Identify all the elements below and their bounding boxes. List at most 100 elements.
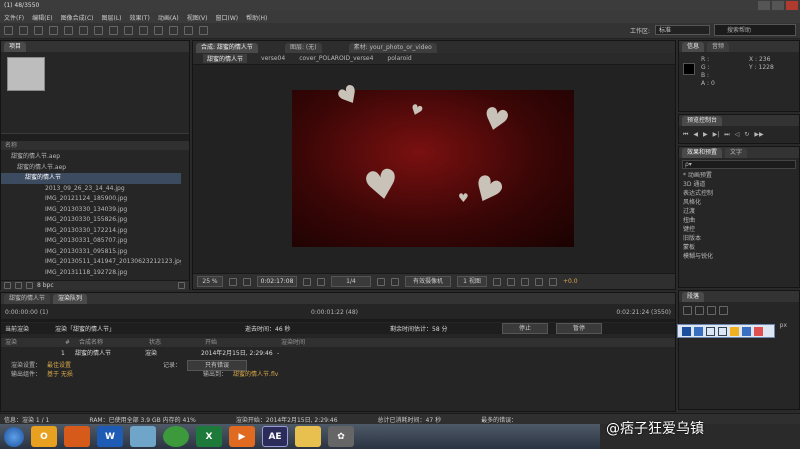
project-item-footage[interactable]: IMG_20130330_134039.jpg	[1, 205, 181, 216]
align-right-icon[interactable]	[707, 306, 716, 315]
media-icon[interactable]: ▶	[229, 426, 255, 447]
project-item-footage[interactable]: IMG_20130331_095815.jpg	[1, 247, 181, 258]
project-item-footage[interactable]: IMG_20130330_155826.jpg	[1, 215, 181, 226]
menu-item[interactable]: 编辑(E)	[32, 13, 52, 22]
ime-mode-icon[interactable]	[694, 326, 703, 336]
after-effects-icon[interactable]: AE	[262, 426, 288, 447]
outlook-icon[interactable]: O	[31, 426, 57, 447]
new-folder-icon[interactable]	[15, 282, 22, 289]
menu-item[interactable]: 效果(T)	[130, 13, 150, 22]
mask-visibility-icon[interactable]	[243, 277, 251, 286]
tab-info-1[interactable]: 音频	[707, 42, 730, 52]
effects-category[interactable]: 风格化	[683, 198, 799, 207]
project-item-footage[interactable]: IMG_20121124_185900.jpg	[1, 194, 181, 205]
align-left-icon[interactable]	[683, 306, 692, 315]
ime-fullwidth-icon[interactable]	[706, 326, 715, 336]
justify-icon[interactable]	[719, 306, 728, 315]
pen-tool-icon[interactable]	[109, 26, 118, 35]
ime-toolbar[interactable]	[677, 324, 775, 338]
timeline-icon[interactable]	[521, 277, 529, 286]
flowchart-icon[interactable]	[535, 277, 543, 286]
effects-category[interactable]: 扭曲	[683, 216, 799, 225]
output-to-value[interactable]: 甜蜜的情人节.flv	[233, 370, 278, 379]
tab-preview[interactable]: 预览控制台	[682, 116, 723, 126]
effects-category[interactable]: 蒙板	[683, 243, 799, 252]
align-center-icon[interactable]	[695, 306, 704, 315]
ime-logo-icon[interactable]	[682, 326, 691, 336]
bpc-label[interactable]: 8 bpc	[37, 282, 54, 289]
breadcrumb-item[interactable]: 甜蜜的情人节	[203, 54, 248, 63]
start-orb-icon[interactable]	[4, 426, 24, 447]
tab-paragraph[interactable]: 段落	[682, 292, 705, 302]
eraser-tool-icon[interactable]	[169, 26, 178, 35]
resolution-select[interactable]: 1/4	[331, 276, 371, 287]
render-queue-column[interactable]: 渲染	[1, 338, 61, 347]
audio-icon[interactable]: ◁	[735, 131, 740, 139]
maximize-button[interactable]	[772, 1, 784, 10]
selection-tool-icon[interactable]	[4, 26, 13, 35]
fast-preview-icon[interactable]	[507, 277, 515, 286]
zoom-tool-icon[interactable]	[34, 26, 43, 35]
roto-tool-icon[interactable]	[184, 26, 193, 35]
toggle-pixel-aspect-icon[interactable]	[493, 277, 501, 286]
project-column-name[interactable]: 名称	[1, 141, 189, 150]
effects-category[interactable]: 过渡	[683, 207, 799, 216]
prev-frame-icon[interactable]: ◀	[693, 131, 698, 139]
snapshot-icon[interactable]	[303, 277, 311, 286]
menu-item[interactable]: 窗口(W)	[215, 13, 238, 22]
ime-skin-icon[interactable]	[730, 326, 739, 336]
menu-item[interactable]: 视图(V)	[187, 13, 208, 22]
last-frame-icon[interactable]: ⏭	[724, 131, 729, 139]
tab-project[interactable]: 项目	[4, 42, 27, 52]
menu-item[interactable]: 图层(L)	[102, 13, 122, 22]
region-of-interest-icon[interactable]	[377, 277, 385, 286]
folder-icon[interactable]	[295, 426, 321, 447]
excel-icon[interactable]: X	[196, 426, 222, 447]
camera-tool-icon[interactable]	[64, 26, 73, 35]
timecode-display[interactable]: 0:02:17:08	[257, 276, 297, 287]
ram-preview-icon[interactable]: ▶▶	[754, 131, 763, 139]
hand-tool-icon[interactable]	[19, 26, 28, 35]
puppet-tool-icon[interactable]	[199, 26, 208, 35]
minimize-button[interactable]	[758, 1, 770, 10]
mask-tool-icon[interactable]	[94, 26, 103, 35]
new-composition-icon[interactable]	[26, 282, 33, 289]
interpret-footage-icon[interactable]	[4, 282, 11, 289]
effects-category[interactable]: 表达式控制	[683, 189, 799, 198]
breadcrumb-item[interactable]: cover_POLAROID_verse4	[299, 55, 373, 62]
project-item-footage[interactable]: IMG_20131118_192728.jpg	[1, 268, 181, 279]
exposure-icon[interactable]	[549, 277, 557, 286]
effects-category[interactable]: 键控	[683, 225, 799, 234]
brush-tool-icon[interactable]	[139, 26, 148, 35]
ime-keyboard-icon[interactable]	[742, 326, 751, 336]
tab-effects-0[interactable]: 效果和预置	[682, 148, 723, 158]
breadcrumb-item[interactable]: verse04	[261, 55, 285, 62]
project-item-aep[interactable]: 甜蜜的情人节.aep	[1, 152, 181, 163]
menu-item[interactable]: 动画(A)	[158, 13, 179, 22]
render-queue-column[interactable]: 合成名称	[75, 338, 145, 347]
chrome-icon[interactable]	[163, 426, 189, 447]
safe-zones-icon[interactable]	[229, 277, 237, 286]
next-frame-icon[interactable]: ▶|	[713, 131, 720, 139]
render-queue-column[interactable]: #	[61, 338, 75, 347]
project-item-aep[interactable]: 甜蜜的情人节.aep	[1, 163, 181, 174]
tab-timeline-1[interactable]: 渲染队列	[53, 294, 88, 304]
pause-button[interactable]: 暂停	[556, 323, 602, 334]
tab-timeline-0[interactable]: 甜蜜的情人节	[4, 294, 51, 304]
render-settings-value[interactable]: 最佳设置	[47, 361, 157, 370]
tab-comp-1[interactable]: 图层: (无)	[284, 43, 322, 53]
project-search[interactable]	[1, 133, 189, 141]
tab-comp-2[interactable]: 素材: your_photo_or_video	[348, 43, 437, 53]
close-button[interactable]	[786, 1, 798, 10]
project-item-comp[interactable]: 甜蜜的情人节	[1, 173, 181, 184]
composition-viewer[interactable]: ♥ ♥ ♥ ♥ ♥ ♥	[292, 78, 574, 247]
project-item-footage[interactable]: IMG_20130511_141947_20130623212123.jpg	[1, 257, 181, 268]
tab-effects-1[interactable]: 文字	[725, 148, 748, 158]
workspace-select[interactable]: 标准	[655, 25, 710, 35]
project-item-footage[interactable]: IMG_20130331_085707.jpg	[1, 236, 181, 247]
transparency-grid-icon[interactable]	[391, 277, 399, 286]
ime-punctuation-icon[interactable]	[718, 326, 727, 336]
output-module-value[interactable]: 基于 无损	[47, 370, 197, 379]
loop-icon[interactable]: ↻	[744, 131, 749, 139]
ime-tool-icon[interactable]	[754, 326, 763, 336]
